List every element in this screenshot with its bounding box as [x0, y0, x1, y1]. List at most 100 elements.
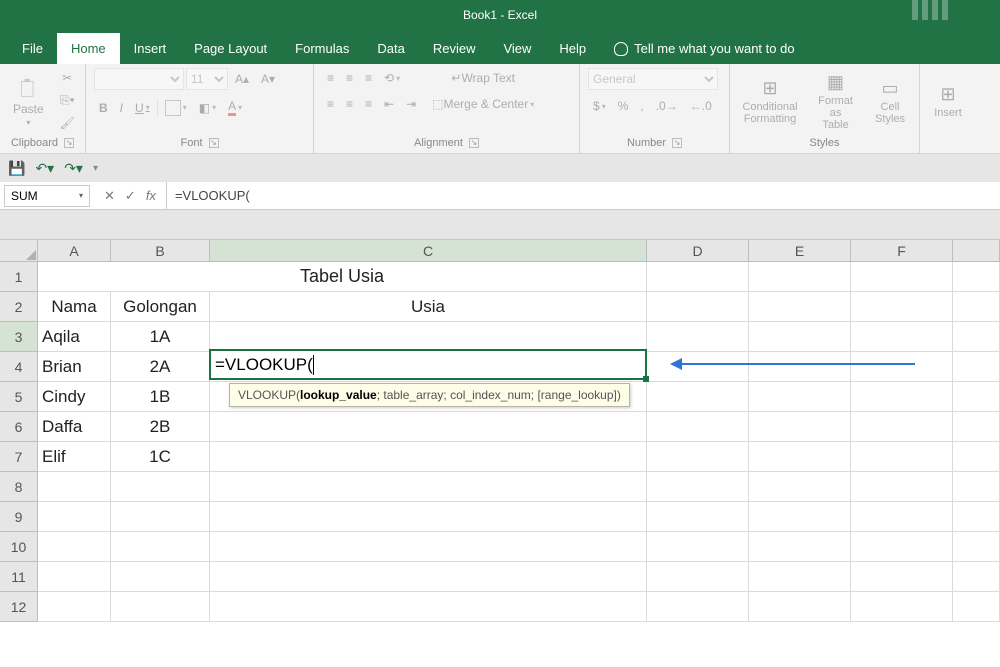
row-head-10[interactable]: 10	[0, 532, 38, 562]
increase-font-button[interactable]: A▴	[230, 69, 254, 89]
number-launcher[interactable]: ↘	[672, 138, 682, 148]
cell-B4[interactable]: 2A	[111, 352, 210, 382]
cell-B9[interactable]	[111, 502, 210, 532]
paste-button[interactable]: Paste ▾	[8, 68, 49, 134]
tab-home[interactable]: Home	[57, 33, 120, 64]
tab-help[interactable]: Help	[545, 33, 600, 64]
name-box[interactable]: SUM ▾	[4, 185, 90, 207]
cell-A11[interactable]	[38, 562, 111, 592]
cell-G5[interactable]	[953, 382, 1000, 412]
cancel-formula-button[interactable]: ✕	[104, 188, 115, 204]
cell-B11[interactable]	[111, 562, 210, 592]
cell-B6[interactable]: 2B	[111, 412, 210, 442]
font-color-button[interactable]: A	[223, 96, 247, 119]
cell-E9[interactable]	[749, 502, 851, 532]
cell-F8[interactable]	[851, 472, 953, 502]
cell-C8[interactable]	[210, 472, 647, 502]
cell-C12[interactable]	[210, 592, 647, 622]
cell-A2[interactable]: Nama	[38, 292, 111, 322]
merge-center-button[interactable]: ⬚ Merge & Center	[427, 94, 539, 114]
cell-D12[interactable]	[647, 592, 749, 622]
fill-color-button[interactable]: ◧	[194, 98, 221, 118]
underline-button[interactable]: U	[130, 98, 155, 118]
cell-F5[interactable]	[851, 382, 953, 412]
increase-indent-button[interactable]: ⇥	[401, 94, 421, 114]
cell-E3[interactable]	[749, 322, 851, 352]
row-head-8[interactable]: 8	[0, 472, 38, 502]
cell-A9[interactable]	[38, 502, 111, 532]
row-head-12[interactable]: 12	[0, 592, 38, 622]
italic-button[interactable]: I	[115, 98, 128, 118]
col-head-F[interactable]: F	[851, 240, 953, 262]
cell-B2[interactable]: Golongan	[111, 292, 210, 322]
cell-E11[interactable]	[749, 562, 851, 592]
row-head-3[interactable]: 3	[0, 322, 38, 352]
cell-A6[interactable]: Daffa	[38, 412, 111, 442]
font-selector[interactable]	[94, 68, 184, 90]
cell-G9[interactable]	[953, 502, 1000, 532]
cell-G2[interactable]	[953, 292, 1000, 322]
orientation-button[interactable]: ⟲	[379, 68, 405, 88]
formula-input[interactable]	[166, 182, 1000, 209]
cell-D8[interactable]	[647, 472, 749, 502]
cell-A7[interactable]: Elif	[38, 442, 111, 472]
cell-F11[interactable]	[851, 562, 953, 592]
row-head-9[interactable]: 9	[0, 502, 38, 532]
cell-C3[interactable]	[210, 322, 647, 352]
cell-B7[interactable]: 1C	[111, 442, 210, 472]
cell-C4[interactable]	[210, 352, 647, 382]
align-center-button[interactable]: ≡	[341, 94, 358, 114]
decrease-font-button[interactable]: A▾	[256, 69, 280, 89]
cell-D9[interactable]	[647, 502, 749, 532]
cell-A5[interactable]: Cindy	[38, 382, 111, 412]
accept-formula-button[interactable]: ✓	[125, 188, 136, 204]
cell-D6[interactable]	[647, 412, 749, 442]
cut-button[interactable]: ✂	[55, 68, 80, 88]
align-bottom-button[interactable]: ≡	[360, 68, 377, 88]
tell-me-box[interactable]: Tell me what you want to do	[600, 33, 808, 64]
cell-F3[interactable]	[851, 322, 953, 352]
tab-insert[interactable]: Insert	[120, 33, 181, 64]
col-head-overflow[interactable]	[953, 240, 1000, 262]
cell-F12[interactable]	[851, 592, 953, 622]
cell-G4[interactable]	[953, 352, 1000, 382]
cell-B5[interactable]: 1B	[111, 382, 210, 412]
col-head-E[interactable]: E	[749, 240, 851, 262]
col-head-C[interactable]: C	[210, 240, 647, 262]
row-head-7[interactable]: 7	[0, 442, 38, 472]
cell-D3[interactable]	[647, 322, 749, 352]
cell-B3[interactable]: 1A	[111, 322, 210, 352]
increase-decimal-button[interactable]: .0→	[651, 96, 683, 116]
alignment-launcher[interactable]: ↘	[469, 138, 479, 148]
decrease-indent-button[interactable]: ⇤	[379, 94, 399, 114]
undo-button[interactable]: ↶▾	[35, 160, 54, 177]
cell-F6[interactable]	[851, 412, 953, 442]
cell-E6[interactable]	[749, 412, 851, 442]
bold-button[interactable]: B	[94, 98, 113, 118]
comma-button[interactable]: ,	[635, 96, 648, 116]
cell-D4[interactable]	[647, 352, 749, 382]
cell-G11[interactable]	[953, 562, 1000, 592]
cell-F10[interactable]	[851, 532, 953, 562]
cell-G10[interactable]	[953, 532, 1000, 562]
cell-E1[interactable]	[749, 262, 851, 292]
currency-button[interactable]: $	[588, 96, 611, 116]
cell-E7[interactable]	[749, 442, 851, 472]
border-button[interactable]	[160, 97, 192, 119]
qat-customize[interactable]: ▾	[93, 163, 98, 174]
cell-G6[interactable]	[953, 412, 1000, 442]
cell-C2[interactable]: Usia	[210, 292, 647, 322]
cell-F7[interactable]	[851, 442, 953, 472]
cell-B10[interactable]	[111, 532, 210, 562]
tab-view[interactable]: View	[489, 33, 545, 64]
format-painter-button[interactable]: 🖌	[55, 113, 80, 133]
col-head-A[interactable]: A	[38, 240, 111, 262]
cell-F1[interactable]	[851, 262, 953, 292]
cell-B8[interactable]	[111, 472, 210, 502]
cell-F4[interactable]	[851, 352, 953, 382]
cell-A10[interactable]	[38, 532, 111, 562]
cell-C6[interactable]	[210, 412, 647, 442]
cell-F2[interactable]	[851, 292, 953, 322]
row-head-6[interactable]: 6	[0, 412, 38, 442]
cell-E10[interactable]	[749, 532, 851, 562]
